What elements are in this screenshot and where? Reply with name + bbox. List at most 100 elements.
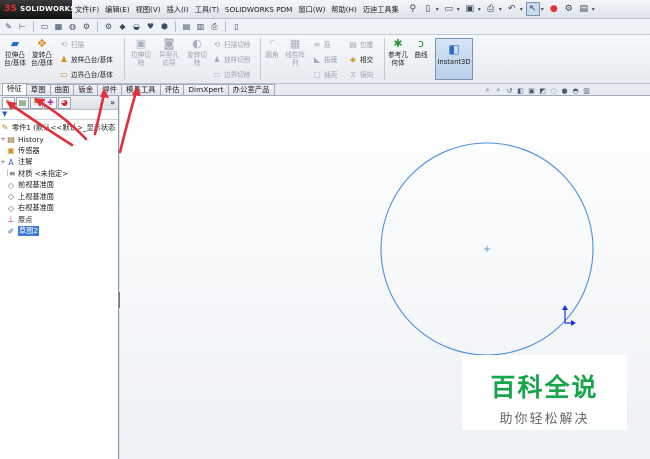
monitor-icon[interactable]: ▭ [39, 21, 50, 32]
print-preview-icon[interactable]: ⎙ [209, 21, 220, 32]
chevron-right-icon[interactable]: » [110, 98, 115, 107]
menu-window[interactable]: 窗口(W) [295, 0, 328, 19]
library-icon[interactable]: ▤ [181, 21, 192, 32]
grid-icon[interactable]: ▦ [53, 21, 64, 32]
boundary-cut-button[interactable]: ▭ 边界切除 [212, 69, 250, 80]
chevron-down-icon[interactable]: ▾ [457, 6, 462, 13]
intersect-button[interactable]: ◈ 相交 [348, 54, 373, 65]
tree-filter[interactable]: ▼ [0, 110, 118, 120]
menu-insert[interactable]: 插入(I) [164, 0, 192, 19]
tab-dimxpert[interactable]: DimXpert [183, 84, 229, 95]
revolve-boss-button[interactable]: ✥ 旋转凸台/基体 [30, 38, 54, 68]
display-icon[interactable]: ▤ [577, 2, 591, 16]
tab-sheet-metal[interactable]: 钣金 [73, 84, 99, 95]
extrude-cut-button[interactable]: ▣ 拉伸切除 [128, 38, 154, 68]
view-settings-icon[interactable]: ▥ [582, 86, 591, 95]
display-style-icon[interactable]: ◩ [538, 86, 547, 95]
chevron-down-icon[interactable]: ▾ [592, 6, 597, 13]
chart-icon[interactable]: ▥ [195, 21, 206, 32]
previous-view-icon[interactable]: ↺ [505, 86, 514, 95]
sweep-button[interactable]: ⟲ 扫描 [59, 39, 85, 50]
tree-item-sensors[interactable]: ▣ 传感器 [0, 145, 118, 157]
display-manager-tab-icon[interactable]: ◕ [58, 96, 71, 109]
select-cursor-icon[interactable]: ↖ [525, 2, 540, 16]
settings-icon[interactable]: ⚙ [81, 21, 92, 32]
property-manager-tab-icon[interactable]: ▤ [16, 96, 29, 109]
hole-wizard-button[interactable]: ◙ 异型孔向导 [156, 38, 182, 68]
tab-features[interactable]: 特征 [2, 83, 27, 95]
tree-item-history[interactable]: + ▤ History [0, 134, 118, 146]
globe-icon[interactable]: ◍ [67, 21, 78, 32]
chevron-down-icon[interactable]: ▾ [436, 6, 441, 13]
dimxpert-manager-tab-icon[interactable]: ✚ [44, 96, 57, 109]
scene-icon[interactable]: ◓ [571, 86, 580, 95]
tab-weldments[interactable]: 焊件 [97, 84, 122, 95]
tree-item-right-plane[interactable]: ◇ 右视基准面 [0, 203, 118, 215]
tab-sketch[interactable]: 草图 [25, 84, 51, 95]
save-icon[interactable]: ▣ [463, 2, 477, 16]
tree-item-material[interactable]: ⁝≡ 材质 <未指定> [0, 168, 118, 180]
zoom-area-icon[interactable]: ⌕ [494, 86, 503, 95]
bowl-icon[interactable]: ◒ [131, 21, 142, 32]
menu-file[interactable]: 文件(F) [72, 0, 102, 19]
circle-center-point[interactable] [484, 246, 490, 252]
menu-edit[interactable]: 编辑(E) [102, 0, 133, 19]
menu-tools[interactable]: 工具(T) [192, 0, 222, 19]
lofted-cut-button[interactable]: ♟ 放样切割 [212, 54, 250, 65]
chevron-down-icon[interactable]: ▾ [520, 6, 525, 13]
boundary-boss-button[interactable]: ▭ 边界凸台/基体 [59, 69, 113, 80]
tree-item-origin[interactable]: ⊥ 原点 [0, 214, 118, 226]
tree-item-front-plane[interactable]: ◇ 前视基准面 [0, 180, 118, 192]
chevron-down-icon[interactable]: ▾ [478, 6, 483, 13]
sketch-tool-icon[interactable]: ✎ [3, 21, 14, 32]
chevron-down-icon[interactable]: ▾ [541, 6, 546, 13]
swept-cut-button[interactable]: ⟲ 扫描切除 [212, 39, 251, 50]
menu-view[interactable]: 视图(V) [133, 0, 164, 19]
zoom-to-fit-icon[interactable]: ⌕ [483, 86, 492, 95]
print-icon[interactable]: ⎙ [484, 2, 498, 16]
section-view-icon[interactable]: ◧ [516, 86, 525, 95]
loft-boss-button[interactable]: ♟ 放样凸台/基体 [59, 54, 112, 65]
gear-icon[interactable]: ⚙ [103, 21, 114, 32]
revolve-cut-button[interactable]: ◐ 旋转切除 [184, 38, 210, 68]
traffic-light-icon[interactable]: ● [547, 2, 561, 16]
nut-icon[interactable]: ⬢ [159, 21, 170, 32]
open-file-icon[interactable]: ▭ [442, 2, 456, 16]
linear-pattern-button[interactable]: ▦ 线性阵列 [284, 38, 306, 68]
menu-maidi-tools[interactable]: 迈迪工具集 [360, 0, 402, 19]
draft-button[interactable]: ◣ 拔模 [312, 54, 337, 65]
reference-geometry-button[interactable]: ✱ 参考几何体 [386, 38, 410, 68]
shell-button[interactable]: ▢ 抽壳 [312, 69, 337, 80]
curves-button[interactable]: ↄ 曲线 [411, 38, 431, 60]
appearance-icon[interactable]: ● [560, 86, 569, 95]
tab-surfaces[interactable]: 曲面 [49, 84, 75, 95]
app-logo[interactable]: 3S SOLIDWORKS [0, 0, 75, 19]
configuration-manager-tab-icon[interactable]: ⚑ [30, 96, 43, 109]
cube-icon[interactable]: ◆ [117, 21, 128, 32]
tab-office-products[interactable]: 办公室产品 [227, 84, 275, 95]
rib-button[interactable]: ≡ 筋 [312, 39, 331, 50]
view-orientation-icon[interactable]: ▣ [527, 86, 536, 95]
new-file-icon[interactable]: ▯ [421, 2, 435, 16]
tab-mold-tools[interactable]: 模具工具 [120, 84, 161, 95]
options-icon[interactable]: ⚙ [562, 2, 576, 16]
tab-evaluate[interactable]: 评估 [159, 84, 185, 95]
menu-help[interactable]: 帮助(H) [328, 0, 359, 19]
fillet-button[interactable]: ◜ 圆角 [262, 38, 282, 60]
extrude-boss-button[interactable]: ▰ 拉伸凸台/基体 [3, 38, 27, 68]
menu-pdm[interactable]: SOLIDWORKS PDM [222, 0, 295, 19]
feature-manager-tab-icon[interactable]: ✎ [2, 96, 15, 109]
tree-root-part[interactable]: ✎ 零件1 (默认<<默认>_显示状态 [0, 122, 118, 134]
tree-item-sketch2[interactable]: ✐ 草图2 [0, 226, 118, 238]
tree-item-annotations[interactable]: + A 注解 [0, 157, 118, 169]
heart-icon[interactable]: ♥ [145, 21, 156, 32]
wrap-button[interactable]: ▤ 包覆 [348, 39, 373, 50]
tree-item-top-plane[interactable]: ◇ 上视基准面 [0, 191, 118, 203]
chevron-down-icon[interactable]: ▾ [499, 6, 504, 13]
document-icon[interactable]: ▯ [231, 21, 242, 32]
dimension-icon[interactable]: ⊢ [17, 21, 28, 32]
pin-icon[interactable]: ⚲ [406, 2, 420, 16]
undo-icon[interactable]: ↶ [505, 2, 519, 16]
instant3d-button[interactable]: ◧ Instant3D [435, 38, 473, 80]
mirror-button[interactable]: ⧖ 镜向 [348, 69, 373, 80]
